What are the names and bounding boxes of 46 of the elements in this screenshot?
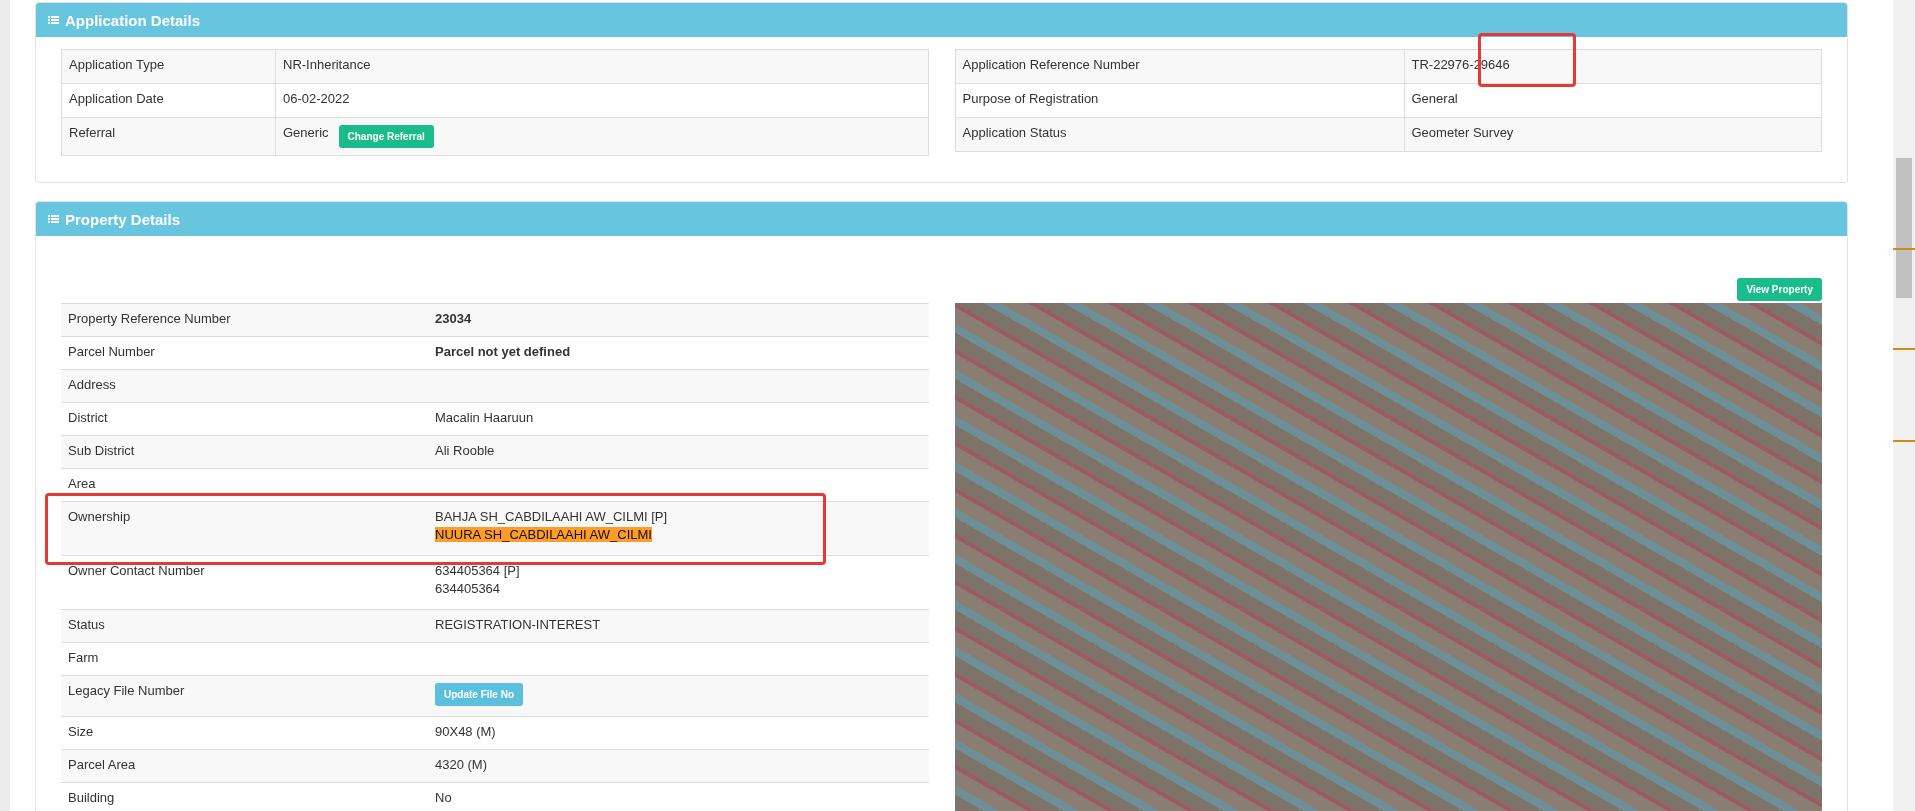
field-value: 23034 [435, 311, 472, 326]
field-label: Parcel Area [68, 757, 136, 772]
field-value: 06-02-2022 [283, 91, 350, 106]
field-label: Address [68, 377, 116, 392]
field-label: Building [68, 790, 115, 805]
field-label: Size [68, 724, 94, 739]
field-value: No [435, 790, 452, 805]
field-label: Referral [69, 125, 116, 140]
scroll-thumb[interactable] [1896, 158, 1912, 298]
scrollbar[interactable] [1893, 0, 1915, 811]
field-label: Legacy File Number [68, 683, 185, 698]
field-value: Geometer Survey [1411, 125, 1514, 140]
view-property-button[interactable]: View Property [1737, 278, 1822, 301]
change-referral-button[interactable]: Change Referral [338, 125, 434, 148]
field-value: Macalin Haaruun [435, 410, 534, 425]
field-label: Area [68, 476, 96, 491]
field-label: Application Date [69, 91, 164, 106]
field-label: Sub District [68, 443, 135, 458]
update-file-button[interactable]: Update File No [435, 683, 523, 706]
field-value: Parcel not yet defined [435, 344, 571, 359]
field-value: NR-Inheritance [283, 57, 371, 72]
list-icon [48, 214, 59, 224]
field-value: 634405364 [435, 581, 501, 596]
field-label: Farm [68, 650, 99, 665]
field-value: REGISTRATION-INTEREST [435, 617, 601, 632]
field-label: Ownership [68, 509, 131, 524]
field-label: Parcel Number [68, 344, 155, 359]
field-value: Generic [283, 125, 329, 140]
field-label: Property Reference Number [68, 311, 231, 326]
field-label: District [68, 410, 108, 425]
card-title: Property Details [65, 210, 181, 228]
field-label: Application Status [962, 125, 1067, 140]
field-label: Status [68, 617, 105, 632]
field-label: Purpose of Registration [962, 91, 1099, 106]
field-value: 634405364 [P] [435, 563, 520, 578]
list-icon [48, 15, 59, 25]
field-value: 4320 (M) [435, 757, 488, 772]
field-value: BAHJA SH_CABDILAAHI AW_CILMI [P] [435, 509, 668, 524]
field-label: Application Reference Number [962, 57, 1140, 72]
field-value: 90X48 (M) [435, 724, 496, 739]
field-value: General [1411, 91, 1458, 106]
field-label: Owner Contact Number [68, 563, 205, 578]
card-title: Application Details [65, 11, 201, 29]
field-value: Ali Rooble [435, 443, 495, 458]
highlighted-value: NUURA SH_CABDILAAHI AW_CILMI [435, 527, 652, 542]
field-label: Application Type [69, 57, 165, 72]
